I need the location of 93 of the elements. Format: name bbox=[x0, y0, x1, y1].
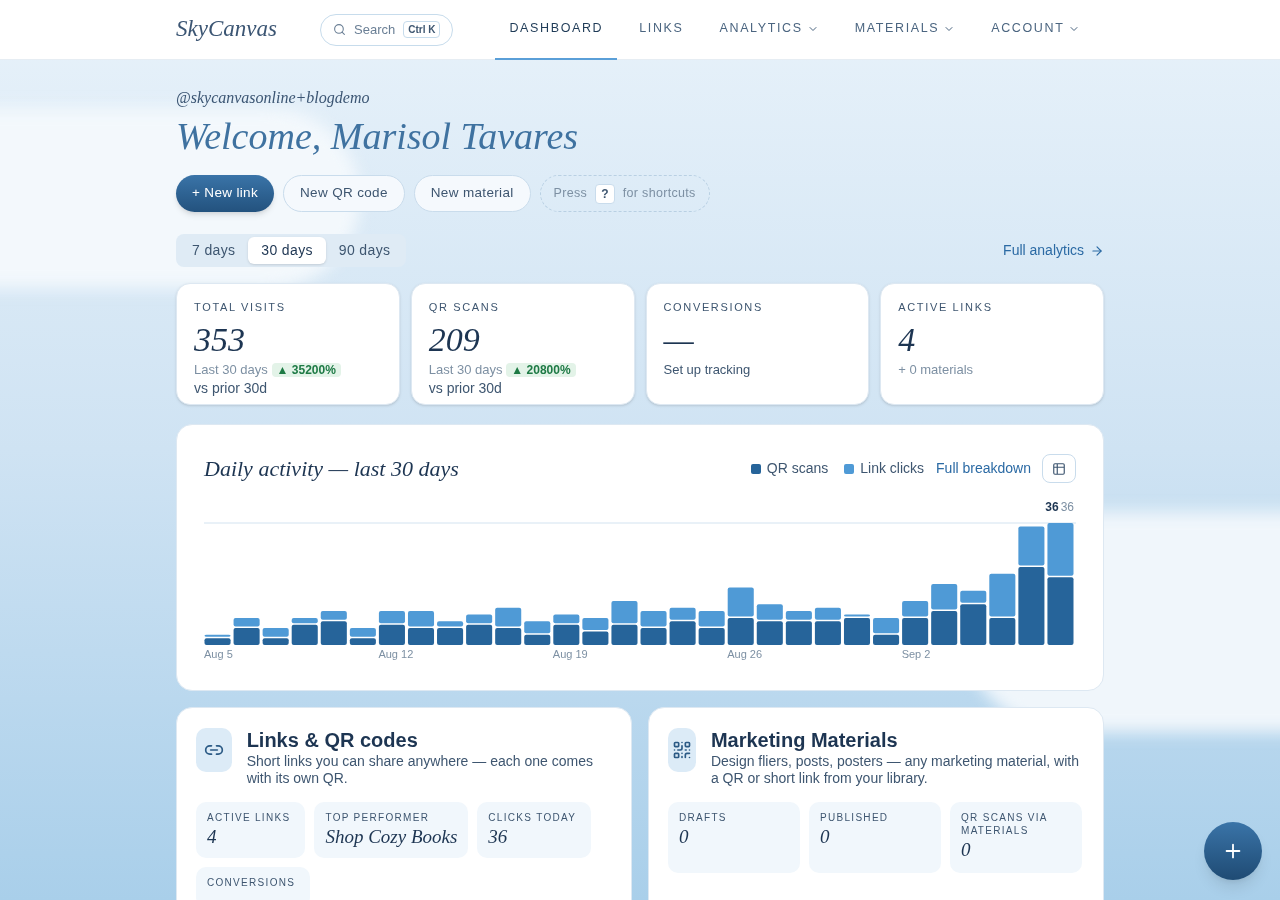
bar bbox=[1047, 523, 1074, 576]
range-tab[interactable]: 30 days bbox=[248, 237, 326, 264]
mini-stat-value: 0 bbox=[679, 825, 690, 849]
axis-label: Aug 26 bbox=[727, 647, 764, 662]
range-tab[interactable]: 7 days bbox=[179, 237, 249, 264]
change-badge: ▲ 20800% bbox=[506, 362, 576, 377]
bar bbox=[495, 607, 522, 627]
change-badge: ▲ 35200% bbox=[271, 362, 341, 377]
legend-swatch bbox=[844, 463, 855, 474]
search-field[interactable]: Search Ctrl K bbox=[320, 13, 454, 46]
bar bbox=[727, 587, 754, 617]
mini-stat-value: 4 bbox=[207, 825, 218, 849]
action-button[interactable]: New QR code bbox=[283, 175, 405, 212]
value-label: 36 bbox=[1045, 500, 1059, 514]
bar bbox=[1047, 577, 1074, 645]
legend-swatch bbox=[750, 463, 761, 474]
mini-stat-value: 0 bbox=[961, 838, 972, 862]
stat-label: CONVERSIONS bbox=[663, 300, 764, 315]
stat-label: ACTIVE LINKS bbox=[898, 300, 994, 315]
bar bbox=[931, 584, 958, 610]
bar bbox=[611, 624, 638, 645]
add-button[interactable] bbox=[1204, 822, 1262, 880]
bar bbox=[931, 611, 958, 645]
bar bbox=[524, 621, 551, 634]
table-icon bbox=[1052, 461, 1066, 476]
panel-title: Marketing Materials bbox=[710, 728, 899, 752]
stat-value: — bbox=[663, 319, 695, 360]
nav-tab[interactable]: ANALYTICS bbox=[705, 0, 833, 60]
legend-label: QR scans bbox=[766, 459, 829, 478]
table-view-button[interactable] bbox=[1042, 454, 1076, 483]
period-text: Last 30 days bbox=[428, 361, 503, 377]
logo[interactable]: SkyCanvas bbox=[176, 12, 320, 47]
full-breakdown-link[interactable]: Full breakdown bbox=[936, 458, 1031, 479]
stat-label: QR SCANS bbox=[428, 300, 501, 315]
axis-label: Sep 2 bbox=[901, 647, 932, 662]
nav-tab[interactable]: ACCOUNT bbox=[977, 0, 1095, 60]
stat-value: 4 bbox=[898, 319, 917, 360]
qr-icon bbox=[671, 740, 692, 760]
bar bbox=[640, 628, 667, 645]
legend-label: Link clicks bbox=[860, 459, 925, 478]
action-button[interactable]: New material bbox=[413, 175, 531, 212]
mini-stat-label: PUBLISHED bbox=[820, 811, 890, 824]
mini-stat-label: ACTIVE LINKS bbox=[207, 811, 292, 824]
account-handle: @skycanvasonline+blogdemo bbox=[176, 88, 371, 109]
bar bbox=[582, 617, 609, 630]
stat-note: + 0 materials bbox=[898, 360, 975, 379]
chart-title: Daily activity — last 30 days bbox=[204, 455, 459, 483]
mini-stat-value: 0 bbox=[820, 825, 831, 849]
stat-note: Set up tracking bbox=[663, 360, 752, 379]
axis-label: Aug 12 bbox=[378, 647, 415, 662]
panel-title: Links & QR codes bbox=[246, 728, 419, 752]
mini-stat-label: TOP PERFORMER bbox=[325, 811, 431, 824]
bar bbox=[262, 628, 289, 637]
nav-tab[interactable]: DASHBOARD bbox=[495, 0, 618, 60]
mini-stat-value: 36 bbox=[488, 825, 509, 849]
bar bbox=[611, 600, 638, 624]
mini-stat-label: CLICKS TODAY bbox=[488, 811, 578, 824]
stat-label: TOTAL VISITS bbox=[194, 300, 287, 315]
comparison-text: vs prior 30d bbox=[194, 378, 269, 397]
shortcut-key: Ctrl K bbox=[403, 21, 441, 38]
bar bbox=[582, 631, 609, 645]
value-label: 36 bbox=[1060, 500, 1074, 514]
mini-stat-label: CONVERSIONS bbox=[207, 876, 297, 889]
shortcut-key: ? bbox=[595, 183, 615, 204]
new-link-button[interactable]: + New link bbox=[176, 175, 275, 212]
comparison-text: vs prior 30d bbox=[428, 378, 503, 397]
welcome-heading: Welcome, Marisol Tavares bbox=[176, 114, 580, 159]
bar bbox=[524, 634, 551, 645]
nav-tab[interactable]: LINKS bbox=[625, 0, 698, 60]
nav-tab[interactable]: MATERIALS bbox=[840, 0, 970, 60]
panel-description: Short links you can share anywhere — each one comes with its own QR. bbox=[246, 753, 594, 787]
panel-description: Design fliers, posts, posters — any marketing material, with a QR or short link from your library. bbox=[710, 753, 1080, 787]
stat-value: 209 bbox=[428, 319, 481, 360]
mini-stat-label: DRAFTS bbox=[679, 811, 728, 824]
bar bbox=[495, 628, 522, 645]
axis-label: Aug 5 bbox=[204, 647, 234, 662]
full-analytics-link[interactable]: Full analytics bbox=[1003, 240, 1104, 261]
bar bbox=[407, 628, 435, 645]
bar bbox=[698, 628, 725, 645]
period-text: Last 30 days bbox=[194, 361, 268, 377]
bar bbox=[349, 628, 376, 637]
hint-text: Press bbox=[553, 185, 588, 203]
bar bbox=[640, 611, 667, 627]
range-tab[interactable]: 90 days bbox=[325, 237, 404, 264]
bar bbox=[698, 611, 725, 627]
bar bbox=[407, 611, 435, 627]
bar bbox=[727, 617, 754, 645]
search-icon bbox=[333, 23, 346, 36]
mini-stat-label: QR SCANS VIA MATERIALS bbox=[961, 811, 1049, 837]
axis-label: Aug 19 bbox=[552, 647, 589, 662]
hint-text: for shortcuts bbox=[622, 185, 696, 203]
stat-value: 353 bbox=[194, 319, 246, 360]
mini-stat-value: Shop Cozy Books bbox=[325, 825, 458, 849]
